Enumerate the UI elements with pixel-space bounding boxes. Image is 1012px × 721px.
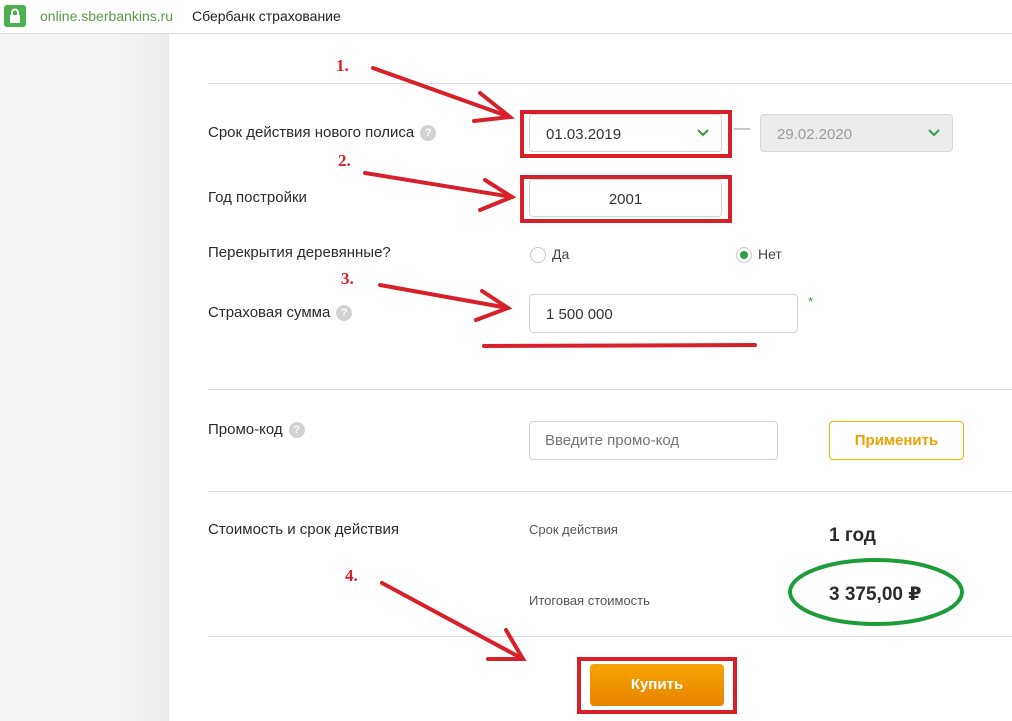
annotation-underline <box>482 343 757 348</box>
highlight-ellipse <box>788 558 964 626</box>
annotation-arrow-2 <box>363 171 517 212</box>
annotation-arrow-1 <box>371 66 516 123</box>
annotation-overlay <box>363 66 964 661</box>
annotation-arrow-4 <box>380 581 527 661</box>
annotation-arrow-3 <box>378 283 513 322</box>
